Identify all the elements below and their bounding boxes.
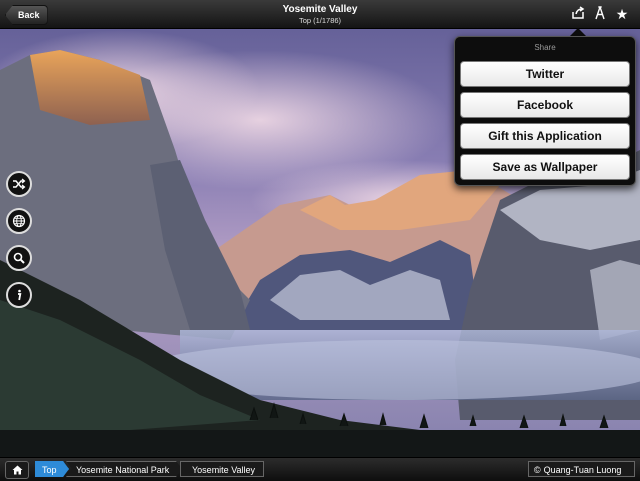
facebook-button[interactable]: Facebook bbox=[460, 92, 630, 118]
page-subtitle: Top (1/1786) bbox=[298, 16, 342, 25]
share-icon[interactable] bbox=[570, 6, 586, 22]
font-size-icon[interactable] bbox=[592, 4, 608, 22]
page-title: Yosemite Valley bbox=[282, 4, 358, 15]
info-button[interactable] bbox=[6, 282, 32, 308]
search-button[interactable] bbox=[6, 245, 32, 271]
photographer-name: Quang-Tuan Luong bbox=[543, 465, 622, 475]
info-icon bbox=[18, 289, 22, 301]
breadcrumb-yosemite-valley[interactable]: Yosemite Valley bbox=[180, 461, 264, 477]
home-icon bbox=[12, 465, 22, 475]
save-as-wallpaper-button[interactable]: Save as Wallpaper bbox=[460, 154, 630, 180]
map-globe-button[interactable] bbox=[6, 208, 32, 234]
favorite-star-icon[interactable]: ★ bbox=[614, 6, 630, 22]
home-button[interactable] bbox=[5, 461, 29, 479]
globe-icon bbox=[12, 214, 26, 228]
share-popover: Share Twitter Facebook Gift this Applica… bbox=[454, 36, 636, 186]
gift-application-button[interactable]: Gift this Application bbox=[460, 123, 630, 149]
copyright-symbol: © bbox=[534, 465, 541, 475]
photo-credit[interactable]: © Quang-Tuan Luong bbox=[528, 461, 635, 477]
bottom-breadcrumb-bar: Top Yosemite National Park Yosemite Vall… bbox=[0, 457, 640, 481]
shuffle-icon bbox=[13, 178, 26, 190]
share-heading: Share bbox=[534, 43, 556, 52]
shuffle-button[interactable] bbox=[6, 171, 32, 197]
top-navigation-bar: Back Yosemite Valley Top (1/1786) ★ bbox=[0, 0, 640, 29]
search-icon bbox=[13, 252, 25, 264]
breadcrumb-top[interactable]: Top bbox=[35, 461, 69, 477]
breadcrumb-yosemite-national-park[interactable]: Yosemite National Park bbox=[66, 461, 182, 477]
twitter-button[interactable]: Twitter bbox=[460, 61, 630, 87]
share-popover-arrow bbox=[570, 28, 586, 36]
